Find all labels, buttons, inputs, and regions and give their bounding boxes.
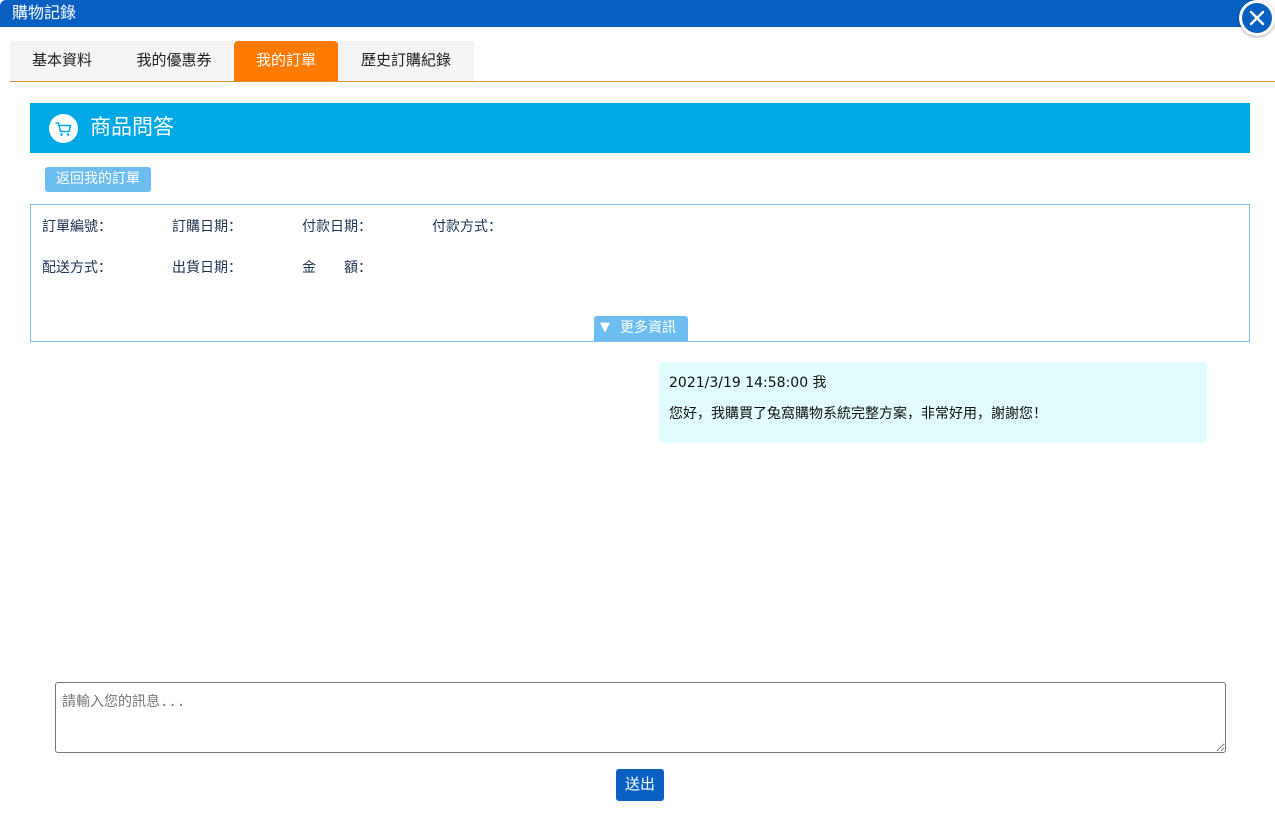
tab-divider xyxy=(10,81,1275,82)
order-date-label: 訂購日期： xyxy=(172,219,242,235)
payment-method-label: 付款方式： xyxy=(432,219,502,235)
window-titlebar: 購物記錄 xyxy=(0,0,1262,27)
tab-order-history[interactable]: 歷史訂購紀錄 xyxy=(338,41,474,82)
triangle-down-icon: ▼ xyxy=(600,320,610,335)
order-info-panel: 訂單編號： 訂購日期： 付款日期： 付款方式： 配送方式： 出貨日期： 金 額：… xyxy=(30,204,1250,342)
close-button[interactable] xyxy=(1239,0,1275,36)
order-number-label: 訂單編號： xyxy=(42,219,112,235)
tab-my-orders[interactable]: 我的訂單 xyxy=(234,41,338,82)
cart-icon xyxy=(49,114,78,143)
more-info-label: 更多資訊 xyxy=(620,320,676,336)
shipping-method-label: 配送方式： xyxy=(42,260,112,276)
more-info-button[interactable]: ▼ 更多資訊 xyxy=(594,316,688,341)
shipping-date-label: 出貨日期： xyxy=(172,260,242,276)
payment-date-label: 付款日期： xyxy=(302,219,372,235)
send-button[interactable]: 送出 xyxy=(616,769,664,801)
close-x-icon xyxy=(1249,10,1265,26)
tab-basic-info[interactable]: 基本資料 xyxy=(10,41,114,82)
section-title: 商品問答 xyxy=(90,115,174,139)
back-to-orders-button[interactable]: 返回我的訂單 xyxy=(45,167,151,192)
tab-bar: 基本資料 我的優惠券 我的訂單 歷史訂購紀錄 xyxy=(10,41,474,82)
window-title: 購物記錄 xyxy=(12,3,77,22)
section-header: 商品問答 xyxy=(30,103,1250,153)
tab-my-coupons[interactable]: 我的優惠券 xyxy=(114,41,234,82)
message-input[interactable] xyxy=(55,682,1226,753)
message-bubble: 2021/3/19 14:58:00 我 您好，我購買了兔窩購物系統完整方案，非… xyxy=(659,362,1207,443)
message-meta: 2021/3/19 14:58:00 我 xyxy=(669,375,827,391)
message-text: 您好，我購買了兔窩購物系統完整方案，非常好用，謝謝您！ xyxy=(669,406,1047,422)
amount-label: 金 額： xyxy=(302,260,372,276)
